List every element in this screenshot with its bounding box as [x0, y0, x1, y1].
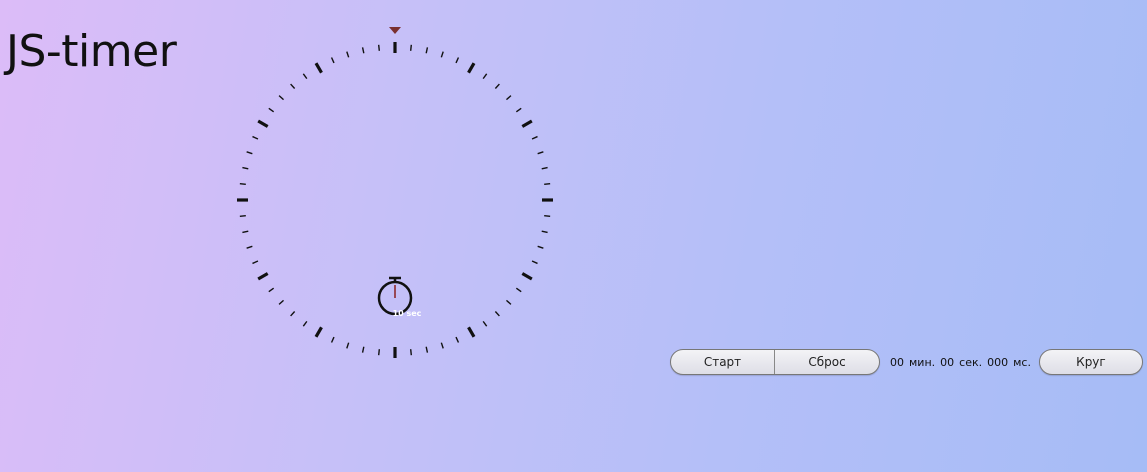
dial-minor-tick	[544, 182, 551, 186]
dial-minor-tick	[455, 336, 460, 343]
dial-minor-tick	[330, 336, 335, 343]
dial-minor-tick	[455, 57, 460, 64]
dial-major-tick	[467, 326, 476, 338]
dial-minor-tick	[252, 135, 259, 140]
start-reset-group: Старт Сброс	[670, 349, 880, 375]
lap-button[interactable]: Круг	[1038, 349, 1143, 375]
dial-major-tick	[314, 62, 323, 74]
dial-minor-tick	[531, 135, 538, 140]
dial-minor-tick	[278, 299, 284, 305]
dial-minor-tick	[377, 44, 381, 51]
dial-minor-tick	[482, 73, 488, 80]
dial-minor-tick	[494, 83, 500, 89]
dial-minor-tick	[302, 73, 308, 80]
start-button[interactable]: Старт	[671, 350, 775, 374]
seconds-value: 00	[940, 355, 955, 369]
dial-minor-tick	[346, 342, 350, 349]
dial-minor-tick	[239, 182, 246, 186]
dial-major-tick	[467, 62, 476, 74]
dial-minor-tick	[242, 230, 249, 234]
dial-minor-tick	[506, 95, 512, 101]
dial-minor-tick	[361, 346, 365, 353]
dial-minor-tick	[425, 346, 429, 353]
dial-minor-tick	[290, 311, 296, 317]
dial-major-tick	[521, 272, 533, 281]
dial-minor-tick	[531, 260, 538, 265]
dial-minor-tick	[494, 311, 500, 317]
dial-minor-tick	[440, 51, 444, 58]
dial-minor-tick	[440, 342, 444, 349]
dial-minor-tick	[242, 166, 249, 170]
dial-minor-tick	[409, 44, 413, 51]
dial-minor-tick	[377, 349, 381, 356]
dial-minor-tick	[268, 287, 275, 293]
minutes-value: 00	[890, 355, 904, 369]
dial-minor-tick	[409, 349, 413, 356]
dial-minor-tick	[302, 320, 308, 327]
timer-controls: Старт Сброс 00 мин. 00 сек. 000 мс. Круг	[670, 349, 1143, 375]
time-readout: 00 мин. 00 сек. 000 мс.	[890, 356, 1031, 369]
dial-minor-tick	[515, 107, 522, 113]
dial-minor-tick	[246, 245, 253, 249]
dial-minor-tick	[252, 260, 259, 265]
dial-major-tick	[521, 119, 533, 128]
dial-minor-tick	[541, 166, 548, 170]
top-marker-icon	[389, 27, 401, 34]
dial-minor-tick	[246, 151, 253, 155]
dial-minor-tick	[537, 151, 544, 155]
page-title: JS-timer	[6, 26, 177, 77]
dial-minor-tick	[290, 83, 296, 89]
milliseconds-unit: мс.	[1013, 355, 1031, 369]
dial-minor-tick	[541, 230, 548, 234]
milliseconds-value: 000	[987, 355, 1009, 369]
dial-minor-tick	[330, 57, 335, 64]
dial-minor-tick	[346, 51, 350, 58]
stopwatch-label: 10 sec	[393, 309, 422, 318]
dial-minor-tick	[544, 214, 551, 218]
dial-minor-tick	[515, 287, 522, 293]
dial-minor-tick	[482, 320, 488, 327]
dial-major-tick	[314, 326, 323, 338]
dial-minor-tick	[537, 245, 544, 249]
reset-button[interactable]: Сброс	[775, 350, 879, 374]
dial-major-tick	[257, 272, 269, 281]
dial-minor-tick	[425, 47, 429, 54]
stopwatch-dial: 10 sec	[237, 27, 553, 358]
dial-minor-tick	[268, 107, 275, 113]
dial-minor-tick	[361, 47, 365, 54]
dial-minor-tick	[239, 214, 246, 218]
minutes-unit: мин.	[909, 355, 936, 369]
dial-minor-tick	[278, 95, 284, 101]
seconds-unit: сек.	[959, 355, 983, 369]
dial-major-tick	[257, 119, 269, 128]
dial-minor-tick	[506, 299, 512, 305]
